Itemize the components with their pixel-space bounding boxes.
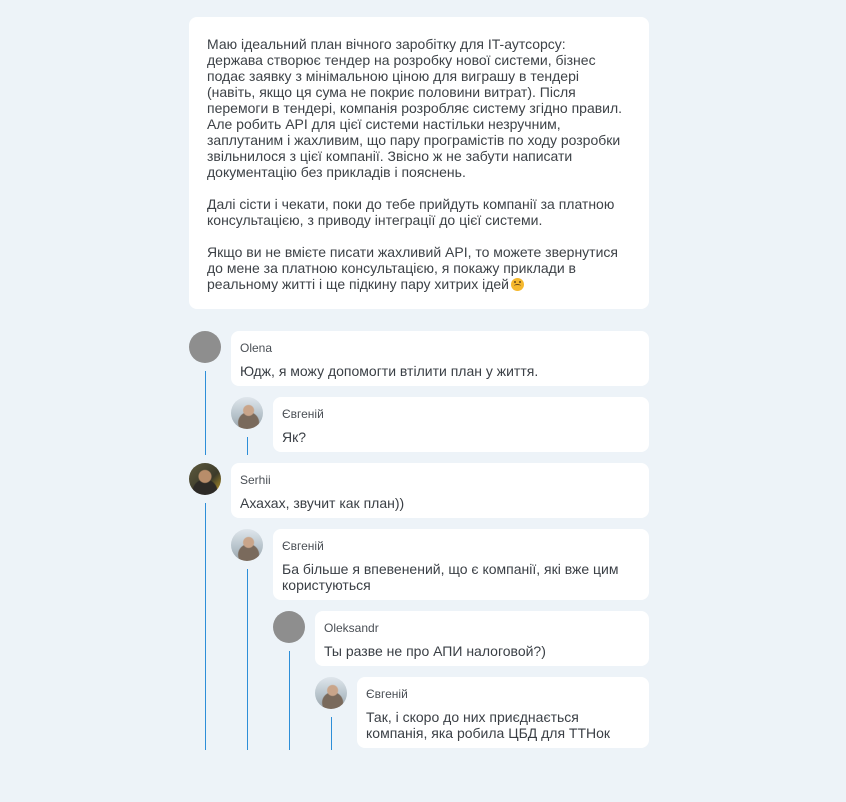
post-paragraph: Далі сісти і чекати, поки до тебе прийду… [207,196,615,228]
thread-line [289,651,290,750]
comment-text: Ахахах, звучит как план)) [240,495,405,511]
avatar[interactable] [231,397,263,429]
comment-author[interactable]: Oleksandr [324,621,640,635]
comment-author[interactable]: Olena [240,341,640,355]
avatar[interactable] [189,463,221,495]
post-card: Маю ідеальний план вічного заробітку для… [189,17,649,309]
avatar[interactable] [231,529,263,561]
comment-author[interactable]: Євгеній [282,539,640,553]
thread-line [205,503,206,750]
comment-author[interactable]: Євгеній [366,687,640,701]
comment-bubble: Olena Юдж, я можу допомогти втілити план… [231,331,649,386]
comment-bubble: Serhii Ахахах, звучит как план)) [231,463,649,518]
comment-text: Юдж, я можу допомогти втілити план у жит… [240,363,539,379]
post-paragraph-text: Якщо ви не вмієте писати жахливий API, т… [207,244,618,292]
comment-author[interactable]: Євгеній [282,407,640,421]
comment-author[interactable]: Serhii [240,473,640,487]
comment-bubble: Євгеній Так, і скоро до них приєднається… [357,677,649,748]
avatar[interactable] [315,677,347,709]
avatar[interactable] [189,331,221,363]
thread-line [331,717,332,750]
comment-bubble: Євгеній Ба більше я впевенений, що є ком… [273,529,649,600]
comment-bubble: Євгеній Як? [273,397,649,452]
avatar[interactable] [273,611,305,643]
comment-text: Ба більше я впевенений, що є компанії, я… [282,561,619,593]
comment-text: Так, і скоро до них приєднається компані… [366,709,611,741]
post-paragraph: Маю ідеальний план вічного заробітку для… [207,36,623,180]
upside-down-face-icon [510,278,524,291]
thread-line [247,569,248,750]
comment-text: Ты разве не про АПИ налоговой?) [324,643,546,659]
comment-bubble: Oleksandr Ты разве не про АПИ налоговой?… [315,611,649,666]
thread-line [205,371,206,455]
post-paragraph: Якщо ви не вмієте писати жахливий API, т… [207,244,631,292]
thread-line [247,437,248,455]
comment-text: Як? [282,429,307,445]
